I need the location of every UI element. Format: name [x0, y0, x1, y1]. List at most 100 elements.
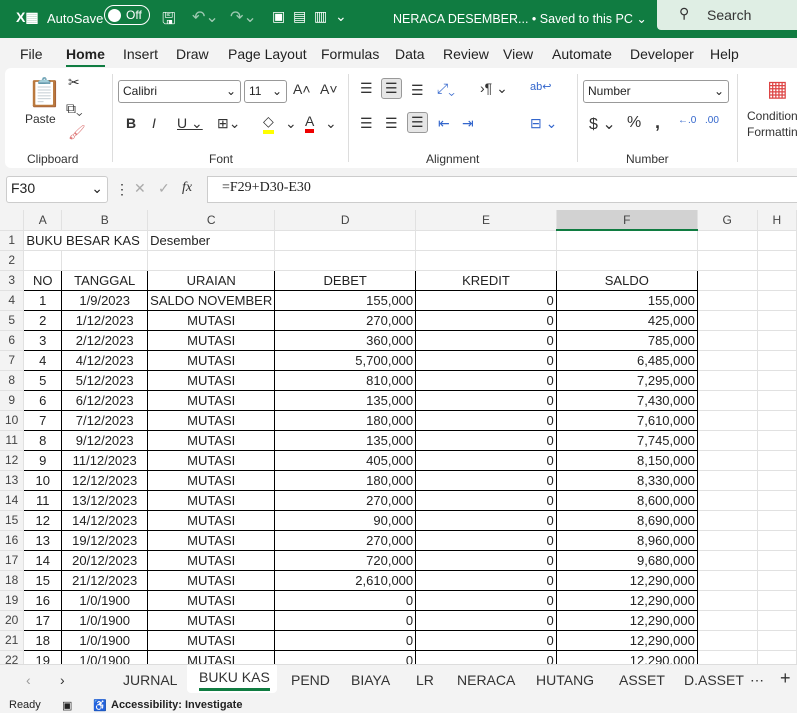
cell[interactable]: [757, 430, 797, 451]
cell[interactable]: [274, 230, 417, 251]
italic-icon[interactable]: I: [152, 115, 156, 131]
menu-home[interactable]: Home: [66, 46, 105, 67]
sheet-tab-asset[interactable]: ASSET: [619, 672, 665, 688]
column-header-f[interactable]: F: [556, 210, 698, 231]
data-cell[interactable]: 2,610,000: [274, 569, 417, 591]
data-cell[interactable]: MUTASI: [147, 429, 276, 451]
cell[interactable]: [697, 230, 758, 251]
data-cell[interactable]: MUTASI: [147, 409, 276, 431]
cell[interactable]: [274, 250, 417, 271]
scroll-tabs-right-icon[interactable]: ›: [60, 672, 65, 688]
spreadsheet-grid[interactable]: A B C D E F G H 1 BUKU BESAR KAS Desember 2 3 NO TANGG…: [0, 210, 797, 664]
data-cell[interactable]: 1/9/2023: [61, 289, 149, 311]
cell[interactable]: [415, 250, 557, 271]
cell[interactable]: [757, 450, 797, 471]
cell[interactable]: [757, 550, 797, 571]
sheet-tab-buku-kas[interactable]: BUKU KAS: [199, 669, 270, 691]
data-cell[interactable]: 9/12/2023: [61, 429, 149, 451]
cell[interactable]: [757, 390, 797, 411]
cell[interactable]: [757, 530, 797, 551]
align-bottom-icon[interactable]: ☰: [411, 82, 424, 99]
sheet-tab-lr[interactable]: LR: [416, 672, 434, 688]
cell[interactable]: [757, 630, 797, 651]
data-cell[interactable]: MUTASI: [147, 489, 276, 511]
month-label[interactable]: Desember: [147, 230, 276, 251]
more-sheets-icon[interactable]: ⋯: [750, 672, 764, 689]
data-cell[interactable]: 14: [23, 549, 63, 571]
data-cell[interactable]: 180,000: [274, 469, 417, 491]
cell[interactable]: [697, 250, 758, 271]
data-cell[interactable]: MUTASI: [147, 589, 276, 611]
increase-indent-icon[interactable]: ⇥: [462, 115, 474, 132]
data-cell[interactable]: 8,150,000: [555, 449, 698, 471]
paste-button[interactable]: Paste: [25, 112, 56, 126]
increase-decimal-icon[interactable]: ←.0: [678, 115, 696, 126]
cell[interactable]: [697, 530, 758, 551]
data-cell[interactable]: 360,000: [274, 329, 417, 351]
cell[interactable]: [697, 650, 758, 664]
row-header[interactable]: 22: [0, 650, 25, 664]
data-cell[interactable]: 2: [23, 309, 63, 331]
data-cell[interactable]: 19/12/2023: [61, 529, 149, 551]
data-cell[interactable]: 0: [415, 389, 557, 411]
data-cell[interactable]: 155,000: [274, 289, 417, 311]
align-left-icon[interactable]: ☰: [360, 115, 373, 132]
row-header[interactable]: 11: [0, 430, 25, 451]
save-icon[interactable]: 🖫: [162, 8, 176, 35]
cell[interactable]: [757, 470, 797, 491]
data-cell[interactable]: 720,000: [274, 549, 417, 571]
data-cell[interactable]: 810,000: [274, 369, 417, 391]
data-cell[interactable]: 15: [23, 569, 63, 591]
decrease-decimal-icon[interactable]: .00: [705, 115, 719, 126]
data-cell[interactable]: 270,000: [274, 309, 417, 331]
sheet-tab-d-asset[interactable]: D.ASSET: [684, 672, 744, 688]
data-cell[interactable]: 0: [274, 609, 417, 631]
data-cell[interactable]: 1/0/1900: [61, 589, 149, 611]
data-cell[interactable]: 425,000: [555, 309, 698, 331]
row-header[interactable]: 21: [0, 630, 25, 651]
quick-access-icons[interactable]: ▣ ▤ ▥ ⌄: [272, 8, 347, 25]
data-cell[interactable]: 0: [415, 629, 557, 651]
select-all-corner[interactable]: [0, 210, 25, 231]
macro-record-icon[interactable]: ▣: [62, 699, 72, 712]
column-header-a[interactable]: A: [23, 210, 63, 231]
cancel-icon[interactable]: ✕: [134, 180, 146, 197]
data-cell[interactable]: 0: [415, 649, 557, 664]
column-header-h[interactable]: H: [757, 210, 797, 231]
cell[interactable]: [697, 310, 758, 331]
cell[interactable]: [556, 230, 698, 251]
data-cell[interactable]: MUTASI: [147, 329, 276, 351]
row-header[interactable]: 12: [0, 450, 25, 471]
decrease-indent-icon[interactable]: ⇤: [438, 115, 450, 132]
data-cell[interactable]: 11: [23, 489, 63, 511]
row-header[interactable]: 4: [0, 290, 25, 311]
align-top-icon[interactable]: ☰: [360, 80, 373, 97]
data-cell[interactable]: 90,000: [274, 509, 417, 531]
data-cell[interactable]: 135,000: [274, 429, 417, 451]
cell[interactable]: [757, 510, 797, 531]
data-cell[interactable]: 0: [415, 569, 557, 591]
cell[interactable]: [697, 410, 758, 431]
cell[interactable]: [697, 490, 758, 511]
cell[interactable]: [757, 610, 797, 631]
data-cell[interactable]: 0: [415, 289, 557, 311]
cell[interactable]: [697, 590, 758, 611]
column-title-saldo[interactable]: SALDO: [555, 269, 698, 291]
conditional-formatting-icon[interactable]: ▦: [767, 76, 788, 102]
sheet-title[interactable]: BUKU BESAR KAS: [23, 230, 149, 251]
data-cell[interactable]: 18: [23, 629, 63, 651]
data-cell[interactable]: 1/0/1900: [61, 649, 149, 664]
cell[interactable]: [757, 590, 797, 611]
cell[interactable]: [697, 350, 758, 371]
cell[interactable]: [757, 350, 797, 371]
row-header[interactable]: 8: [0, 370, 25, 391]
menu-help[interactable]: Help: [710, 46, 739, 62]
insert-function-icon[interactable]: fx: [182, 180, 192, 196]
data-cell[interactable]: 0: [415, 509, 557, 531]
paste-icon[interactable]: 📋: [27, 76, 62, 109]
data-cell[interactable]: 7,295,000: [555, 369, 698, 391]
grow-font-icon[interactable]: A˄: [293, 81, 311, 97]
menu-page-layout[interactable]: Page Layout: [228, 46, 307, 62]
data-cell[interactable]: MUTASI: [147, 609, 276, 631]
cell[interactable]: [757, 410, 797, 431]
